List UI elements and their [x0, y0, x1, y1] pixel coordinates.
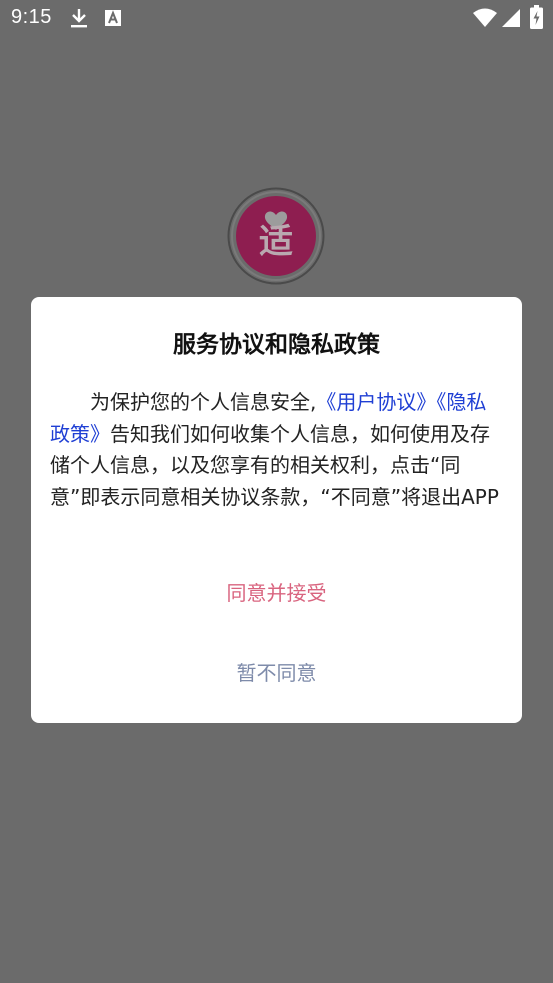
- text-a-icon: [104, 9, 122, 31]
- body-text-details: 告知我们如何收集个人信息，如何使用及存储个人信息，以及您享有的相关权利，点击“同…: [50, 421, 499, 509]
- body-text-intro: 为保护您的个人信息安全,: [90, 390, 317, 414]
- decline-button[interactable]: 暂不同意: [31, 657, 522, 686]
- status-bar: 9:15: [0, 0, 553, 36]
- status-time: 9:15: [11, 6, 52, 28]
- battery-charging-icon: [530, 5, 543, 33]
- download-icon: [69, 7, 89, 33]
- agreement-dialog: 服务协议和隐私政策 为保护您的个人信息安全,《用户协议》《隐私政策》告知我们如何…: [31, 297, 522, 723]
- user-agreement-link[interactable]: 《用户协议》: [316, 390, 436, 414]
- accept-button[interactable]: 同意并接受: [31, 577, 522, 606]
- wifi-icon: [472, 8, 498, 32]
- dialog-title: 服务协议和隐私政策: [173, 332, 380, 358]
- logo-glyph: 适: [259, 222, 293, 262]
- signal-icon: [501, 8, 521, 32]
- body-indent: [50, 390, 90, 414]
- splash-logo: 适: [227, 187, 325, 285]
- dialog-body: 为保护您的个人信息安全,《用户协议》《隐私政策》告知我们如何收集个人信息，如何使…: [50, 387, 506, 513]
